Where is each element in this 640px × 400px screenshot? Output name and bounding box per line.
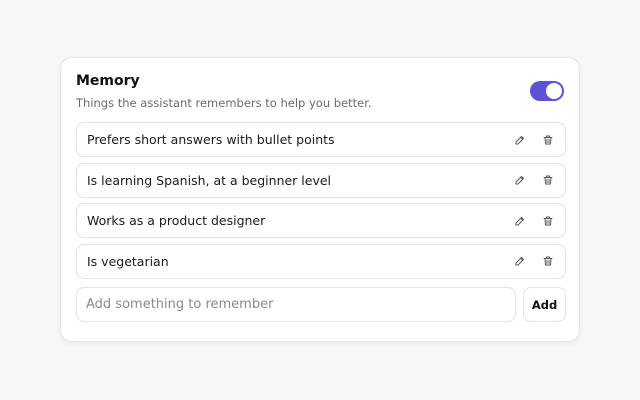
memory-header: Memory Things the assistant remembers to…: [76, 72, 564, 112]
memory-item-actions: [503, 169, 559, 191]
trash-icon[interactable]: [537, 250, 559, 272]
pencil-icon[interactable]: [509, 250, 531, 272]
memory-card: Memory Things the assistant remembers to…: [60, 57, 580, 342]
pencil-icon[interactable]: [509, 210, 531, 232]
memory-item-text: Is vegetarian: [87, 253, 169, 269]
memory-item-text: Prefers short answers with bullet points: [87, 132, 335, 147]
memory-item-actions: [503, 210, 559, 232]
memory-item-text: Is learning Spanish, at a beginner level: [87, 172, 332, 188]
add-memory-row: Add: [76, 287, 566, 322]
memory-toggle[interactable]: [530, 81, 564, 101]
add-button[interactable]: Add: [523, 287, 566, 322]
add-memory-input[interactable]: [76, 287, 516, 322]
toggle-knob: [546, 83, 562, 99]
trash-icon[interactable]: [537, 129, 559, 151]
memory-title: Memory: [76, 73, 140, 89]
pencil-icon[interactable]: [509, 129, 531, 151]
trash-icon[interactable]: [537, 210, 559, 232]
memory-list: Prefers short answers with bullet points…: [76, 122, 566, 284]
memory-item-text: Works as a product designer: [87, 213, 266, 228]
memory-subtitle: Things the assistant remembers to help y…: [76, 96, 372, 110]
memory-item: Prefers short answers with bullet points: [76, 122, 566, 157]
pencil-icon[interactable]: [509, 169, 531, 191]
memory-item-actions: [503, 129, 559, 151]
memory-item: Is learning Spanish, at a beginner level: [76, 162, 566, 198]
memory-item: Works as a product designer: [76, 203, 566, 238]
trash-icon[interactable]: [537, 169, 559, 191]
memory-item-actions: [503, 250, 559, 272]
memory-item: Is vegetarian: [76, 243, 566, 279]
